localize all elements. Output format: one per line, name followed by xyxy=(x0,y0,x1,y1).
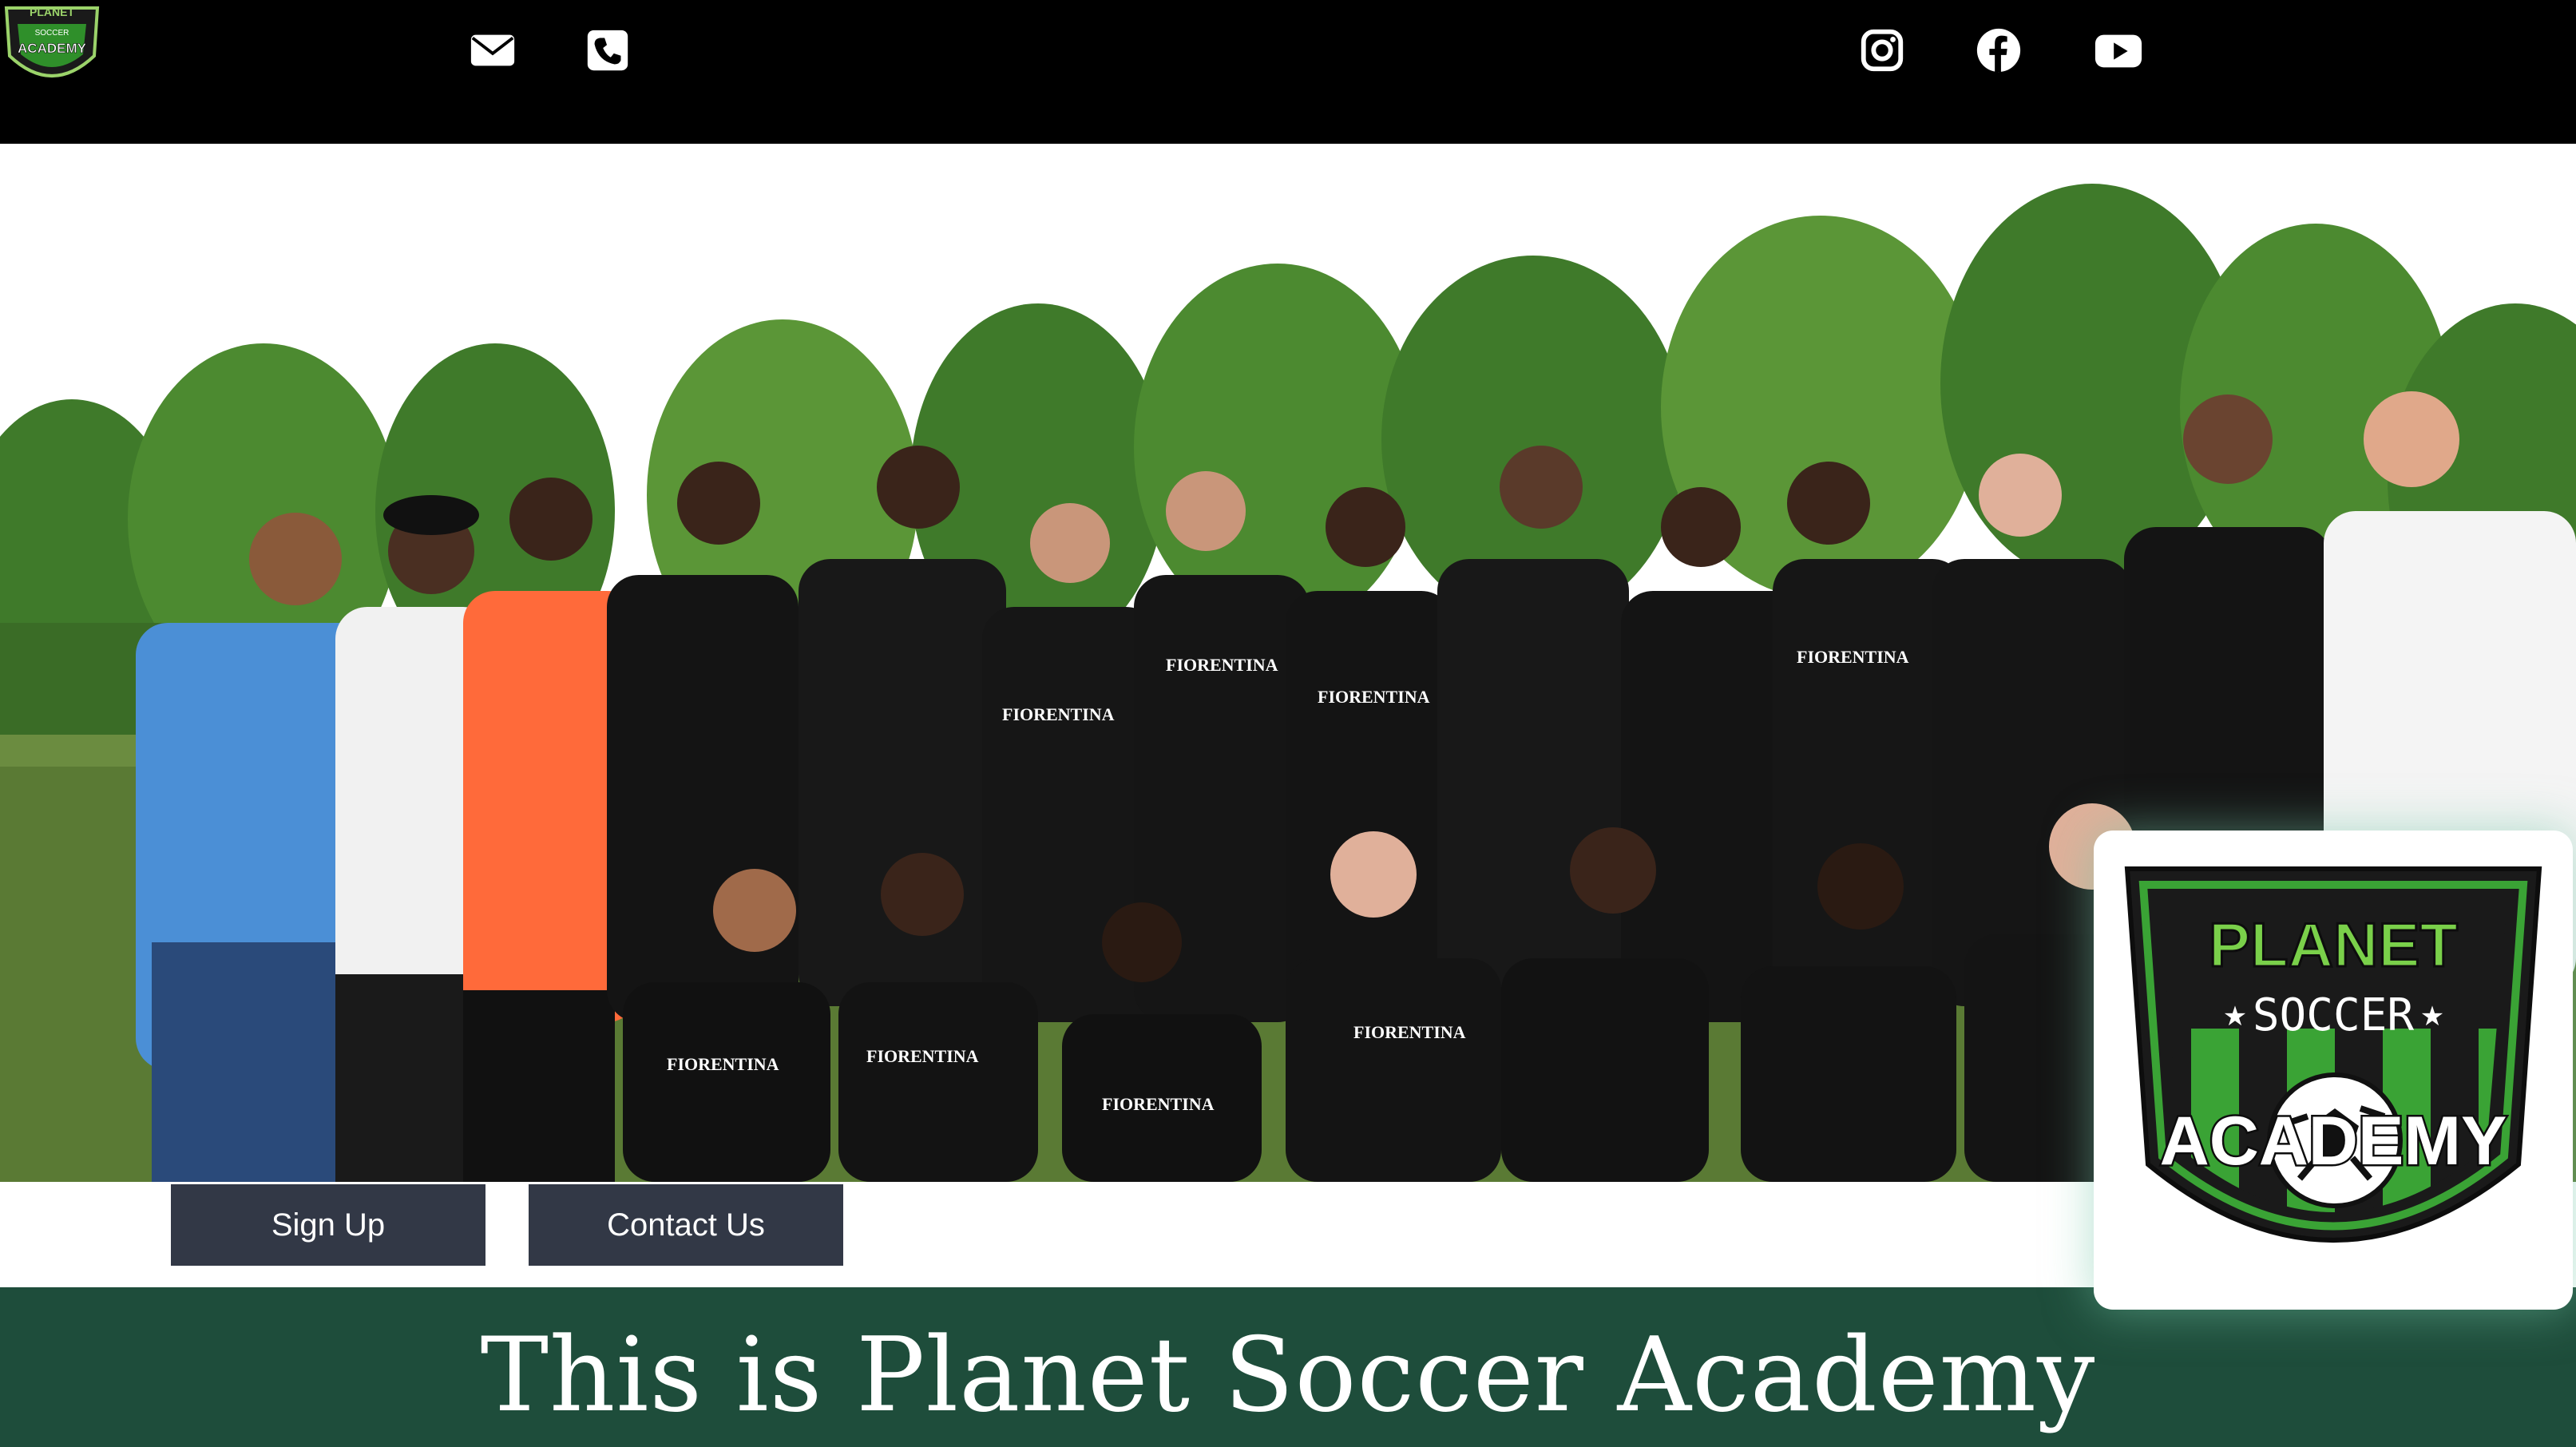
contact-us-button[interactable]: Contact Us xyxy=(529,1184,843,1266)
star-icon: ★ xyxy=(2420,1001,2444,1033)
envelope-icon xyxy=(470,34,515,66)
svg-text:PLANET: PLANET xyxy=(30,6,74,18)
svg-text:FIORENTINA: FIORENTINA xyxy=(1318,687,1430,707)
academy-badge-card: PLANET SOCCER ★ ★ ACADEMY xyxy=(2094,831,2573,1310)
svg-text:ACADEMY: ACADEMY xyxy=(18,41,87,56)
academy-logo[interactable]: PLANET SOCCER ACADEMY xyxy=(0,0,104,94)
svg-text:SOCCER: SOCCER xyxy=(35,29,69,38)
star-icon: ★ xyxy=(2223,1001,2247,1033)
facebook-icon xyxy=(1976,28,2021,73)
badge-line-soccer: SOCCER xyxy=(2253,989,2415,1041)
svg-text:FIORENTINA: FIORENTINA xyxy=(1166,655,1278,675)
badge-line-planet: PLANET xyxy=(2209,910,2458,980)
section-heading: This is Planet Soccer Academy xyxy=(480,1316,2096,1435)
top-bar: PLANET SOCCER ACADEMY xyxy=(0,0,2576,144)
svg-text:FIORENTINA: FIORENTINA xyxy=(1353,1022,1466,1042)
svg-text:FIORENTINA: FIORENTINA xyxy=(1002,704,1115,724)
youtube-link[interactable] xyxy=(2091,22,2146,78)
badge-line-academy: ACADEMY xyxy=(2160,1103,2507,1179)
facebook-link[interactable] xyxy=(1971,22,2027,78)
svg-text:FIORENTINA: FIORENTINA xyxy=(866,1046,979,1066)
phone-link[interactable] xyxy=(580,22,636,78)
svg-text:FIORENTINA: FIORENTINA xyxy=(1102,1094,1215,1114)
email-link[interactable] xyxy=(465,22,521,78)
intro-band: This is Planet Soccer Academy xyxy=(0,1287,2576,1447)
sign-up-button[interactable]: Sign Up xyxy=(171,1184,485,1266)
phone-icon xyxy=(587,30,628,71)
academy-badge: PLANET SOCCER ★ ★ ACADEMY xyxy=(2124,866,2542,1243)
instagram-link[interactable] xyxy=(1854,22,1910,78)
instagram-icon xyxy=(1861,29,1904,72)
youtube-icon xyxy=(2094,34,2142,68)
svg-text:FIORENTINA: FIORENTINA xyxy=(1797,647,1909,667)
svg-text:FIORENTINA: FIORENTINA xyxy=(667,1054,779,1074)
